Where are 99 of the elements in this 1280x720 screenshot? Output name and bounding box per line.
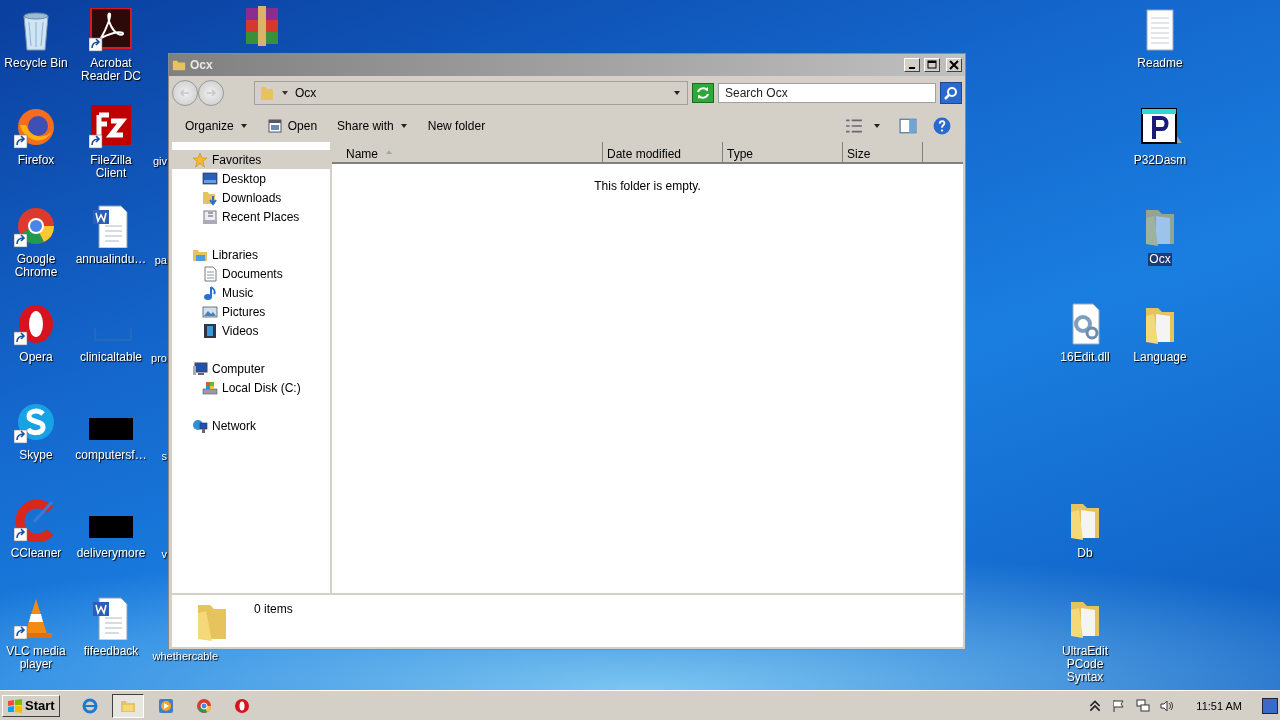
caret-icon: [239, 122, 248, 130]
toolbar-button[interactable]: Share with: [329, 116, 416, 136]
desktop-icon-label[interactable]: Acrobat Reader DC: [74, 57, 148, 83]
desktop-icon-label[interactable]: pro: [151, 352, 167, 365]
desktop-icon-label[interactable]: Google Chrome: [0, 253, 73, 279]
desktop-icon-label[interactable]: s: [161, 450, 167, 463]
desktop-icon-label[interactable]: P32Dasm: [1132, 154, 1188, 167]
item-count: 0 items: [254, 602, 293, 616]
desktop-icon-label[interactable]: FileZilla Client: [74, 154, 148, 180]
computer-icon: [192, 360, 208, 377]
nav-pane-item[interactable]: Music: [172, 283, 330, 302]
toolbar-button[interactable]: Open: [259, 116, 326, 136]
desktop-icon-label[interactable]: Readme: [1136, 57, 1184, 70]
view-list-icon[interactable]: [845, 117, 863, 135]
sort-icon: [386, 150, 392, 154]
minimize-button[interactable]: [904, 58, 920, 72]
desktop-icon-label[interactable]: v: [161, 548, 167, 561]
desktop-icon-label[interactable]: Skype: [18, 449, 54, 462]
show-desktop-button[interactable]: [1262, 697, 1278, 714]
desktop-icon-label[interactable]: deliverymore: [75, 547, 147, 560]
film-icon: [202, 322, 218, 339]
refresh-button[interactable]: [692, 83, 714, 103]
desktop-icon-label[interactable]: Ocx: [1148, 253, 1172, 266]
caret-icon[interactable]: [673, 89, 681, 97]
network-globe-icon: [192, 417, 208, 434]
column-header[interactable]: Date modified: [603, 142, 723, 162]
caret-icon: [399, 122, 408, 130]
picture-icon: [202, 303, 218, 320]
search-icon: [943, 85, 959, 101]
nav-pane-item[interactable]: Documents: [172, 264, 330, 283]
preview-pane-icon[interactable]: [899, 117, 917, 135]
maximize-button[interactable]: [924, 58, 940, 72]
flag-icon[interactable]: [1112, 698, 1127, 713]
download-folder-icon: [202, 189, 218, 206]
minimize-icon: [909, 67, 915, 69]
address-path[interactable]: Ocx: [295, 86, 317, 100]
desktop-icon-label[interactable]: Language: [1132, 351, 1188, 364]
media-player-icon: [157, 697, 174, 714]
toolbar-button[interactable]: Organize: [177, 116, 256, 136]
desktop-icon-label[interactable]: Firefox: [16, 154, 56, 167]
maximize-icon: [927, 60, 937, 70]
search-field[interactable]: Search Ocx: [718, 83, 936, 103]
nav-pane-item[interactable]: Computer: [172, 359, 330, 378]
desktop-icon-label[interactable]: Recycle Bin: [3, 57, 69, 70]
hard-disk-icon: [202, 379, 218, 396]
address-bar[interactable]: Ocx: [254, 81, 688, 105]
desktop-icon-label[interactable]: giv: [152, 155, 167, 168]
acrobat-icon[interactable]: [89, 8, 133, 52]
nav-pane-item[interactable]: Recent Places: [172, 207, 330, 226]
clock[interactable]: 11:51 AM: [1196, 699, 1242, 712]
close-button[interactable]: [946, 58, 962, 72]
help-icon[interactable]: [933, 117, 951, 135]
nav-pane-item[interactable]: Libraries: [172, 245, 330, 264]
column-header[interactable]: Type: [723, 142, 843, 162]
chrome-icon: [195, 697, 212, 714]
nav-pane-item[interactable]: Downloads: [172, 188, 330, 207]
desktop-icon-label[interactable]: pa: [154, 254, 167, 267]
close-icon: [949, 60, 959, 70]
desktop-icon-label[interactable]: annualindu…: [74, 253, 148, 266]
back-arrow-icon: [179, 87, 191, 99]
internet-explorer-icon: [81, 697, 98, 714]
taskbar-button[interactable]: [111, 693, 144, 718]
column-header[interactable]: Size: [843, 142, 923, 162]
opera-icon: [233, 697, 250, 714]
forward-arrow-icon: [205, 87, 217, 99]
nav-pane-item[interactable]: Network: [172, 416, 330, 435]
music-note-icon: [202, 284, 218, 301]
open-window-icon: [267, 119, 282, 133]
monitor-icon: [202, 170, 218, 187]
folder-icon: [172, 58, 186, 72]
desktop-icon-label[interactable]: Opera: [18, 351, 54, 364]
desktop-icon-label[interactable]: computersf…: [74, 449, 148, 462]
start-button[interactable]: Start: [2, 694, 60, 717]
folder-icon: [259, 85, 275, 101]
toolbar-button[interactable]: New folder: [419, 116, 494, 136]
caret-icon[interactable]: [281, 89, 289, 97]
desktop-icon-label[interactable]: Db: [1076, 547, 1094, 560]
star-icon: [192, 151, 208, 168]
refresh-icon: [695, 85, 711, 101]
filezilla-icon[interactable]: [89, 105, 133, 149]
window-title: Ocx: [190, 58, 213, 72]
caret-icon[interactable]: [873, 122, 881, 130]
chevron-up-icon[interactable]: [1088, 698, 1103, 713]
desktop-icon-label[interactable]: 16Edit.dll: [1059, 351, 1111, 364]
nav-pane-item[interactable]: Videos: [172, 321, 330, 340]
nav-pane-item[interactable]: Favorites: [172, 150, 330, 169]
desktop-icon-label[interactable]: CCleaner: [9, 547, 63, 560]
nav-pane-item[interactable]: Desktop: [172, 169, 330, 188]
desktop-icon-label[interactable]: clinicaltable: [78, 351, 143, 364]
windows-logo-icon: [7, 697, 23, 714]
search-button[interactable]: [940, 82, 962, 104]
nav-pane-item[interactable]: Pictures: [172, 302, 330, 321]
nav-pane-item[interactable]: Local Disk (C:): [172, 378, 330, 397]
recent-places-icon: [202, 208, 218, 225]
network-icon[interactable]: [1136, 698, 1151, 713]
column-header[interactable]: Name: [332, 142, 603, 162]
speaker-icon[interactable]: [1160, 698, 1175, 713]
empty-folder-message: This folder is empty.: [593, 179, 702, 193]
document-icon: [202, 265, 218, 282]
